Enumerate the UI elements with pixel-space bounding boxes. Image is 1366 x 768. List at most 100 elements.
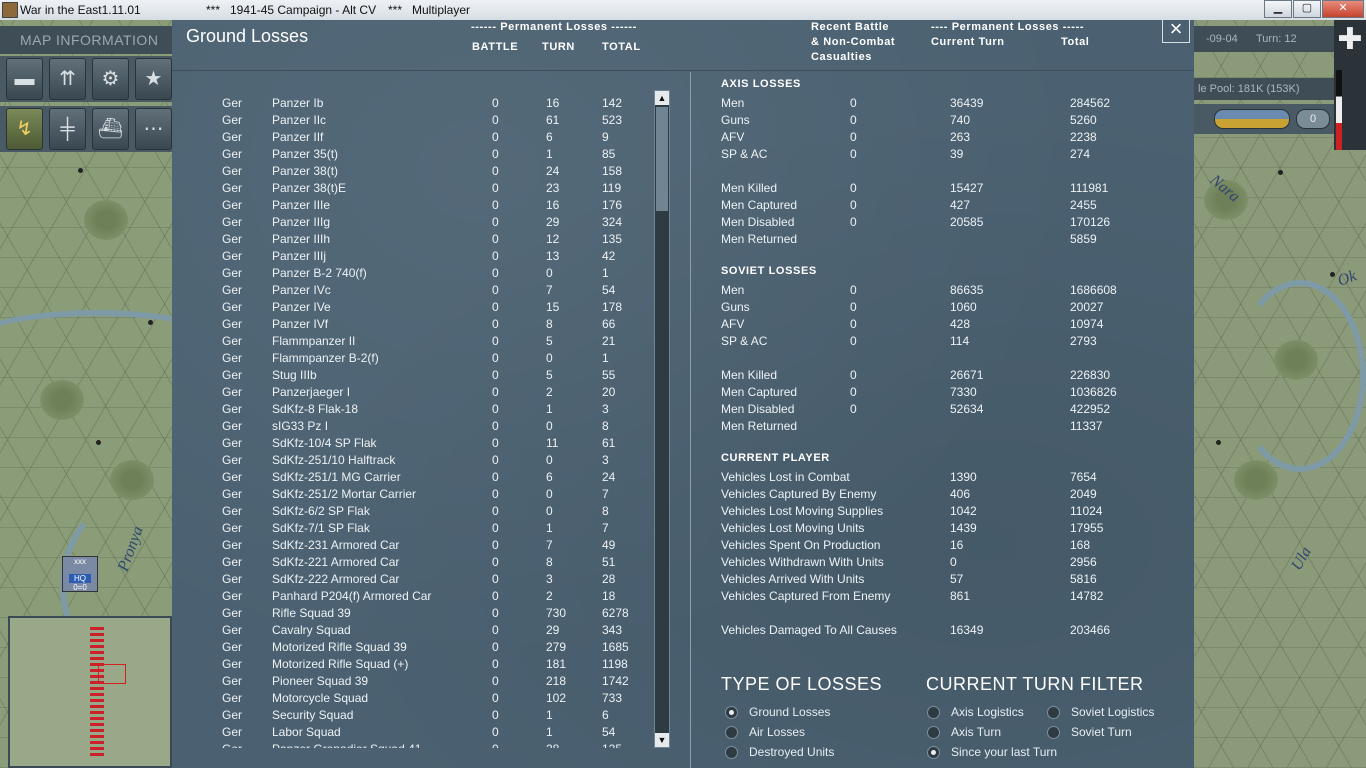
list-item[interactable]: Ger Panzer IIIj 0 13 42 [172,249,652,266]
list-item[interactable]: Ger Motorized Rifle Squad 39 0 279 1685 [172,640,652,657]
maximize-button[interactable]: ▢ [1293,0,1321,18]
list-item[interactable]: Ger SdKfz-251/10 Halftrack 0 0 3 [172,453,652,470]
cell-nation: Ger [222,164,243,178]
rail-icon[interactable]: ╪ [49,108,86,150]
units-icon[interactable]: ⇈ [49,58,86,100]
minimize-button[interactable]: ▁ [1264,0,1292,18]
scroll-down-button[interactable]: ▼ [655,733,669,747]
cell-turn: 16 [546,96,560,110]
list-item[interactable]: Ger Panzer 38(t)E 0 23 119 [172,181,652,198]
list-item[interactable]: Ger Panzer IIIe 0 16 176 [172,198,652,215]
scrollbar[interactable]: ▲ ▼ [654,90,670,748]
row-label: Men Captured [721,385,798,399]
cell-total: 324 [602,215,623,229]
list-item[interactable]: Ger Cavalry Squad 0 29 343 [172,623,652,640]
list-item[interactable]: Ger Labor Squad 0 1 54 [172,725,652,742]
minimap[interactable] [8,616,172,768]
list-item[interactable]: Ger Panhard P204(f) Armored Car 0 2 18 [172,589,652,606]
radio-button-icon[interactable] [1047,726,1060,739]
scroll-up-button[interactable]: ▲ [655,91,669,105]
town-marker [1278,170,1283,175]
stat-row: Vehicles Spent On Production 16 168 [721,538,1191,555]
list-item[interactable]: Ger Panzer IIIh 0 12 135 [172,232,652,249]
gear-icon[interactable]: ⚙ [92,58,129,100]
radio-button-icon[interactable] [725,706,738,719]
list-item[interactable]: Ger Panzer 38(t) 0 24 158 [172,164,652,181]
list-item[interactable]: Ger SdKfz-6/2 SP Flak 0 0 8 [172,504,652,521]
list-item[interactable]: Ger Motorcycle Squad 0 102 733 [172,691,652,708]
list-item[interactable]: Ger SdKfz-8 Flak-18 0 1 3 [172,402,652,419]
list-item[interactable]: Ger Panzer IIIg 0 29 324 [172,215,652,232]
radio-button-icon[interactable] [927,746,940,759]
toolbar-row-1: ▬ ⇈ ⚙ ★ [0,56,172,102]
list-item[interactable]: Ger SdKfz-251/1 MG Carrier 0 6 24 [172,470,652,487]
list-item[interactable]: Ger SdKfz-10/4 SP Flak 0 11 61 [172,436,652,453]
list-item[interactable]: Ger sIG33 Pz I 0 0 8 [172,419,652,436]
list-item[interactable]: Ger SdKfz-221 Armored Car 0 8 51 [172,555,652,572]
weather-indicator[interactable] [1214,109,1290,129]
route-icon[interactable]: ↯ [6,108,43,150]
radio-button-icon[interactable] [927,706,940,719]
list-item[interactable]: Ger Stug IIIb 0 5 55 [172,368,652,385]
list-item[interactable]: Ger SdKfz-7/1 SP Flak 0 1 7 [172,521,652,538]
list-item[interactable]: Ger Panzer B-2 740(f) 0 0 1 [172,266,652,283]
map-information-button[interactable]: MAP INFORMATION [0,26,172,54]
cell-name: Panzerjaeger I [272,385,351,399]
list-item[interactable]: Ger Panzer IVc 0 7 54 [172,283,652,300]
row-total: 5816 [1070,572,1097,586]
row-label: Men Captured [721,198,798,212]
cell-nation: Ger [222,691,243,705]
list-item[interactable]: Ger SdKfz-251/2 Mortar Carrier 0 0 7 [172,487,652,504]
list-item[interactable]: Ger Flammpanzer B-2(f) 0 0 1 [172,351,652,368]
cell-nation: Ger [222,351,243,365]
minimap-viewport[interactable] [98,664,126,684]
list-item[interactable]: Ger Security Squad 0 1 6 [172,708,652,725]
list-item[interactable]: Ger SdKfz-231 Armored Car 0 7 49 [172,538,652,555]
list-item[interactable]: Ger Motorized Rifle Squad (+) 0 181 1198 [172,657,652,674]
list-item[interactable]: Ger Panzer IIf 0 6 9 [172,130,652,147]
ship-icon[interactable]: ⛴ [92,108,129,150]
list-item[interactable]: Ger Panzer IVf 0 8 66 [172,317,652,334]
window-close-button[interactable]: ✕ [1322,0,1364,18]
hq-unit-counter[interactable]: xxx HQ 0=0 [62,556,98,592]
list-item[interactable]: Ger Panzer IIc 0 61 523 [172,113,652,130]
row-current: 36439 [950,96,984,110]
list-item[interactable]: Ger Panzer Ib 0 16 142 [172,96,652,113]
list-item[interactable]: Ger Flammpanzer II 0 5 21 [172,334,652,351]
row-recent: 0 [850,198,857,212]
list-item[interactable]: Ger Panzer Grenadier Squad 41 0 28 125 [172,742,652,748]
radio-button-icon[interactable] [725,746,738,759]
radio-button-icon[interactable] [927,726,940,739]
list-item[interactable]: Ger Pioneer Squad 39 0 218 1742 [172,674,652,691]
star-icon[interactable]: ★ [135,58,172,100]
cell-turn: 2 [546,589,553,603]
cell-turn: 730 [546,606,567,620]
list-item[interactable]: Ger Panzer 35(t) 0 1 85 [172,147,652,164]
radio-button-icon[interactable] [725,726,738,739]
more-icon[interactable]: ⋯ [135,108,172,150]
counter-button[interactable]: 0 [1296,109,1330,129]
cell-battle: 0 [492,317,499,331]
stat-row: Vehicles Captured By Enemy 406 2049 [721,487,1191,504]
list-item[interactable]: Ger Panzerjaeger I 0 2 20 [172,385,652,402]
ground-losses-list[interactable]: Ger Panzer Ib 0 16 142 Ger Panzer IIc 0 61 523 Ger… [172,94,652,748]
cell-name: SdKfz-251/10 Halftrack [272,453,396,467]
cell-name: SdKfz-231 Armored Car [272,538,400,552]
close-button[interactable]: × [1162,17,1190,43]
cell-name: Motorcycle Squad [272,691,369,705]
zoom-in-icon[interactable]: ✚ [1334,20,1366,60]
row-current: 406 [950,487,971,501]
scroll-thumb[interactable] [656,107,668,211]
cell-name: Cavalry Squad [272,623,351,637]
tank-icon[interactable]: ▬ [6,58,43,100]
list-item[interactable]: Ger Rifle Squad 39 0 730 6278 [172,606,652,623]
cell-battle: 0 [492,572,499,586]
cell-battle: 0 [492,742,499,748]
cell-battle: 0 [492,130,499,144]
list-item[interactable]: Ger Panzer IVe 0 15 178 [172,300,652,317]
cell-nation: Ger [222,198,243,212]
turn-info-bar: -09-04 Turn: 12 [1194,26,1334,52]
app-title: War in the East1.11.01 [20,3,141,17]
list-item[interactable]: Ger SdKfz-222 Armored Car 0 3 28 [172,572,652,589]
radio-button-icon[interactable] [1047,706,1060,719]
